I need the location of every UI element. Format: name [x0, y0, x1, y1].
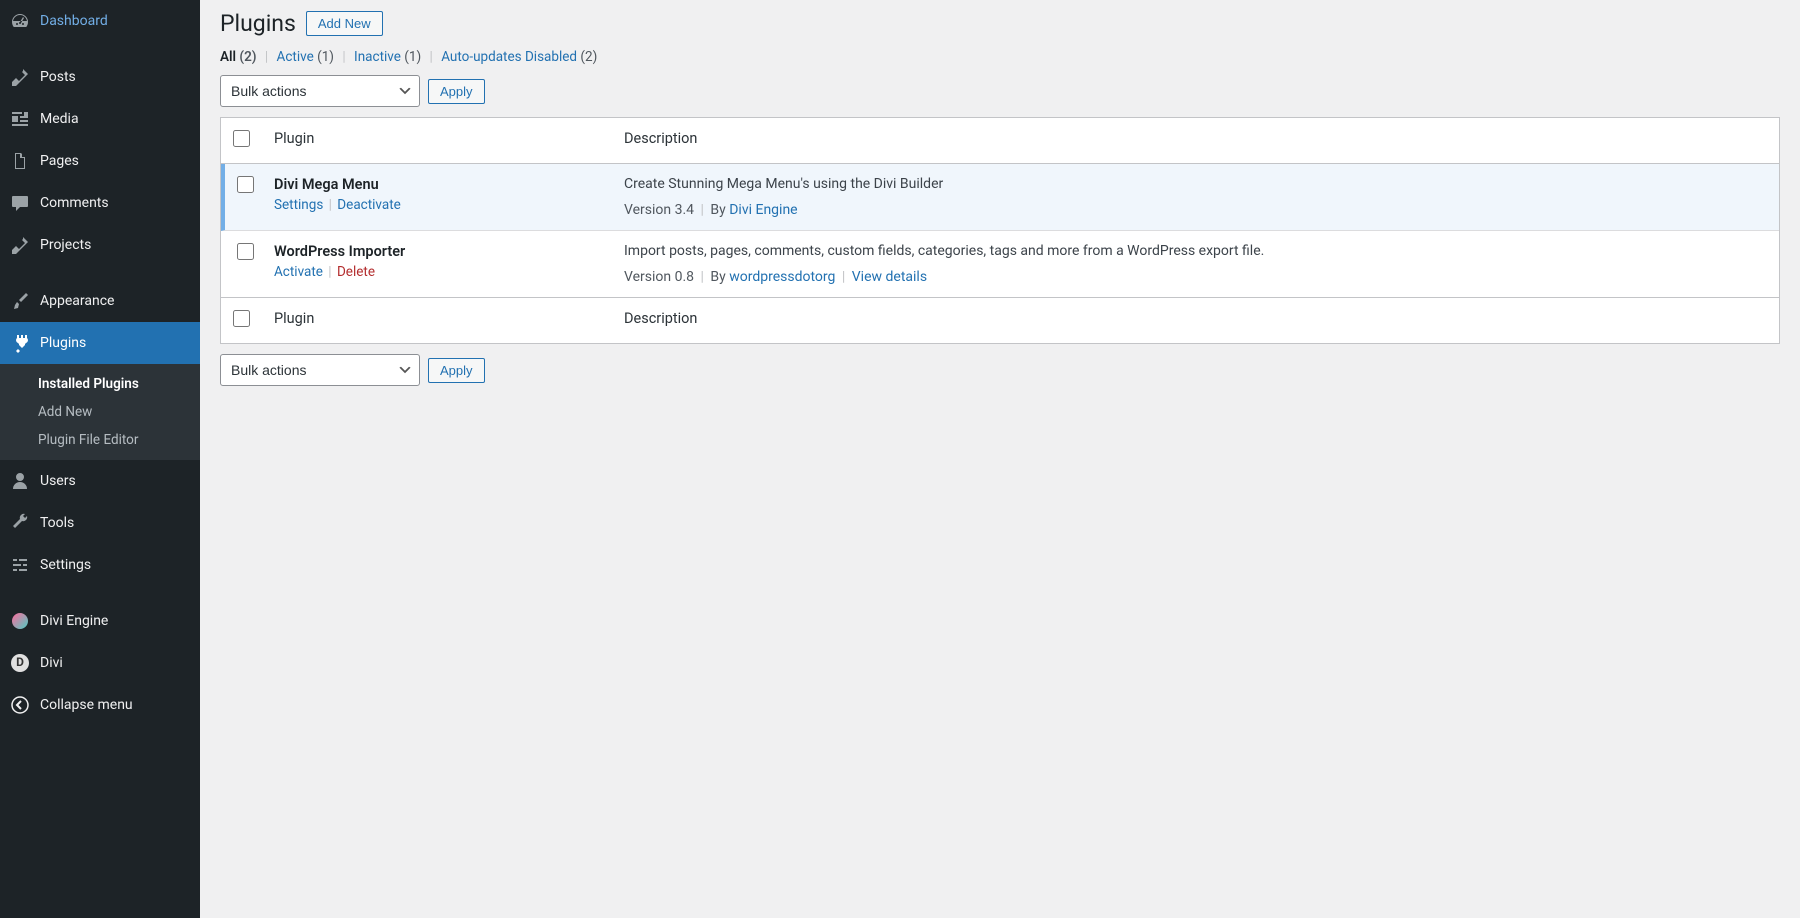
- table-row: Divi Mega Menu Settings | Deactivate Creat…: [221, 164, 1779, 231]
- view-details-link[interactable]: View details: [852, 269, 927, 285]
- col-plugin-header: Plugin: [264, 118, 614, 164]
- filter-auto-updates[interactable]: Auto-updates Disabled (2): [441, 49, 597, 65]
- sidebar-item-label: Tools: [40, 514, 74, 532]
- sidebar-item-tools[interactable]: Tools: [0, 502, 200, 544]
- sidebar-item-label: Appearance: [40, 292, 114, 310]
- plugin-meta: Version 0.8 | By wordpressdotorg | View …: [624, 269, 1769, 285]
- sidebar-item-label: Projects: [40, 236, 91, 254]
- select-all-bottom[interactable]: [233, 310, 250, 327]
- sidebar-item-label: Collapse menu: [40, 696, 133, 714]
- wrench-icon: [10, 513, 30, 533]
- plugin-meta: Version 3.4 | By Divi Engine: [624, 202, 1769, 218]
- plug-icon: [10, 333, 30, 353]
- pin-icon: [10, 235, 30, 255]
- submenu-plugin-file-editor[interactable]: Plugin File Editor: [0, 426, 200, 454]
- col-desc-footer: Description: [614, 297, 1779, 343]
- sliders-icon: [10, 555, 30, 575]
- sidebar-item-label: Pages: [40, 152, 79, 170]
- sidebar-item-projects[interactable]: Projects: [0, 224, 200, 266]
- sidebar-item-plugins[interactable]: Plugins: [0, 322, 200, 364]
- plugin-name: Divi Mega Menu: [274, 176, 604, 193]
- main-content: Plugins Add New All (2) | Active (1) | I…: [200, 0, 1800, 918]
- sidebar-item-comments[interactable]: Comments: [0, 182, 200, 224]
- submenu-add-new[interactable]: Add New: [0, 398, 200, 426]
- plugins-table: Plugin Description Divi Mega Menu Setting…: [220, 117, 1780, 344]
- brush-icon: [10, 291, 30, 311]
- sidebar-item-pages[interactable]: Pages: [0, 140, 200, 182]
- plugin-description: Import posts, pages, comments, custom fi…: [624, 243, 1769, 259]
- col-desc-header: Description: [614, 118, 1779, 164]
- add-new-button[interactable]: Add New: [306, 11, 383, 36]
- col-plugin-footer: Plugin: [264, 297, 614, 343]
- page-title: Plugins: [220, 10, 296, 37]
- row-actions: Settings | Deactivate: [274, 197, 604, 213]
- sidebar-item-label: Media: [40, 110, 79, 128]
- comment-icon: [10, 193, 30, 213]
- plugin-author-link[interactable]: wordpressdotorg: [729, 269, 835, 285]
- row-checkbox[interactable]: [237, 176, 254, 193]
- sidebar-item-label: Settings: [40, 556, 91, 574]
- select-all-top[interactable]: [233, 130, 250, 147]
- sidebar-item-label: Posts: [40, 68, 76, 86]
- bulk-actions-select-bottom[interactable]: Bulk actions: [220, 354, 420, 386]
- pin-icon: [10, 67, 30, 87]
- dashboard-icon: [10, 11, 30, 31]
- pages-icon: [10, 151, 30, 171]
- plugins-submenu: Installed Plugins Add New Plugin File Ed…: [0, 364, 200, 460]
- bulk-actions-select-top[interactable]: Bulk actions: [220, 75, 420, 107]
- sidebar-item-media[interactable]: Media: [0, 98, 200, 140]
- row-actions: Activate | Delete: [274, 264, 604, 280]
- collapse-icon: [10, 695, 30, 715]
- filter-all[interactable]: All (2): [220, 49, 257, 65]
- sidebar-item-users[interactable]: Users: [0, 460, 200, 502]
- filter-links: All (2) | Active (1) | Inactive (1) | Au…: [220, 49, 1780, 65]
- sidebar-item-label: Divi Engine: [40, 612, 108, 630]
- submenu-installed-plugins[interactable]: Installed Plugins: [0, 370, 200, 398]
- row-action-activate[interactable]: Activate: [274, 264, 323, 280]
- admin-sidebar: Dashboard Posts Media Pages Comments Pro…: [0, 0, 200, 918]
- sidebar-item-label: Users: [40, 472, 76, 490]
- apply-button-bottom[interactable]: Apply: [428, 358, 485, 383]
- sidebar-item-label: Comments: [40, 194, 109, 212]
- plugin-name: WordPress Importer: [274, 243, 604, 260]
- plugin-description: Create Stunning Mega Menu's using the Di…: [624, 176, 1769, 192]
- row-action-delete[interactable]: Delete: [337, 264, 375, 280]
- filter-inactive[interactable]: Inactive (1): [354, 49, 421, 65]
- apply-button-top[interactable]: Apply: [428, 79, 485, 104]
- sidebar-item-label: Plugins: [40, 334, 86, 352]
- table-row: WordPress Importer Activate | Delete Impor…: [221, 231, 1779, 297]
- sidebar-item-label: Dashboard: [40, 12, 108, 30]
- sidebar-item-divi[interactable]: D Divi: [0, 642, 200, 684]
- filter-active[interactable]: Active (1): [277, 49, 334, 65]
- row-checkbox[interactable]: [237, 243, 254, 260]
- sidebar-item-divi-engine[interactable]: Divi Engine: [0, 600, 200, 642]
- user-icon: [10, 471, 30, 491]
- sidebar-item-collapse[interactable]: Collapse menu: [0, 684, 200, 726]
- row-action-settings[interactable]: Settings: [274, 197, 323, 213]
- divi-icon: D: [10, 653, 30, 673]
- divi-engine-icon: [10, 611, 30, 631]
- plugin-author-link[interactable]: Divi Engine: [729, 202, 797, 218]
- sidebar-item-settings[interactable]: Settings: [0, 544, 200, 586]
- sidebar-item-appearance[interactable]: Appearance: [0, 280, 200, 322]
- sidebar-item-posts[interactable]: Posts: [0, 56, 200, 98]
- sidebar-item-dashboard[interactable]: Dashboard: [0, 0, 200, 42]
- sidebar-item-label: Divi: [40, 654, 63, 672]
- media-icon: [10, 109, 30, 129]
- row-action-deactivate[interactable]: Deactivate: [337, 197, 401, 213]
